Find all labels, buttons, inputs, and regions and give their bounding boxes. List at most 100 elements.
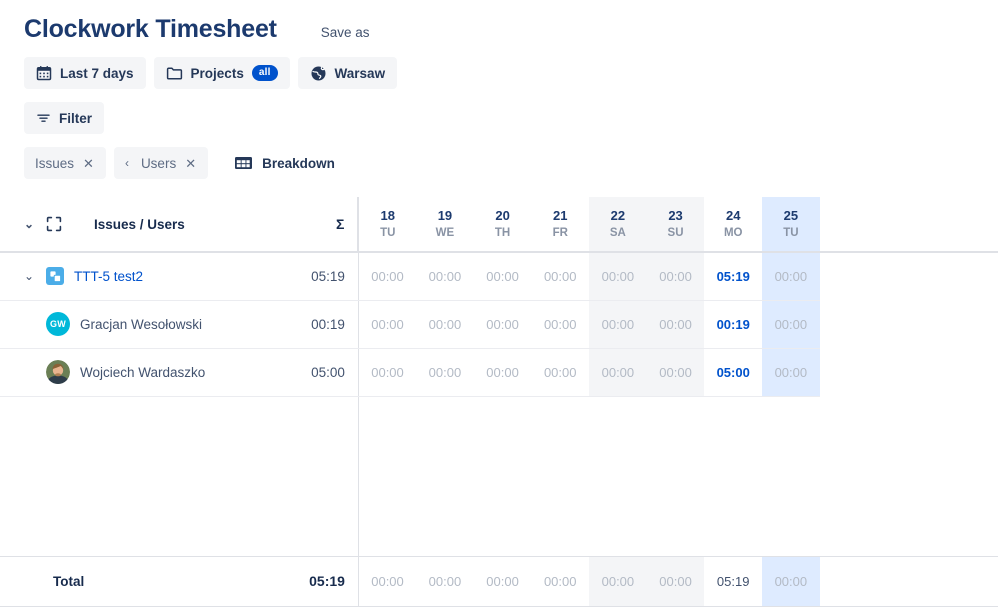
header-label: Issues / Users — [94, 217, 185, 232]
expand-icon[interactable] — [46, 216, 62, 232]
projects-button[interactable]: Projects all — [154, 57, 290, 89]
projects-label: Projects — [191, 66, 244, 81]
chevron-down-icon[interactable]: ⌄ — [24, 270, 36, 282]
header-cell-day-5[interactable]: 23 SU — [647, 197, 705, 252]
filler-sum — [300, 396, 358, 556]
table-row[interactable]: Wojciech Wardaszko 05:00 00:00 00:00 00:… — [0, 348, 998, 396]
cell-day-2[interactable]: 00:00 — [474, 348, 532, 396]
breakdown-label: Breakdown — [262, 156, 335, 171]
user-name: Gracjan Wesołowski — [80, 317, 202, 332]
cell-day-1[interactable]: 00:00 — [416, 252, 474, 300]
day-number: 19 — [416, 208, 474, 224]
cell-day-6[interactable]: 00:19 — [704, 300, 762, 348]
header-cell-day-3[interactable]: 21 FR — [531, 197, 589, 252]
grouping-users-label: Users — [141, 156, 176, 171]
filler-day-4 — [589, 396, 647, 556]
breakdown-button[interactable]: Breakdown — [224, 148, 345, 178]
header-cell-day-6[interactable]: 24 MO — [704, 197, 762, 252]
grouping-chip-users[interactable]: ‹ Users ✕ — [114, 147, 208, 179]
cell-day-5[interactable]: 00:00 — [647, 252, 705, 300]
cell-day-2[interactable]: 00:00 — [474, 252, 532, 300]
grid-icon — [234, 155, 253, 171]
grouping-chip-issues[interactable]: Issues ✕ — [24, 147, 106, 179]
cell-day-6[interactable]: 05:00 — [704, 348, 762, 396]
cell-day-3[interactable]: 00:00 — [531, 300, 589, 348]
subtask-icon — [46, 267, 64, 285]
header-cell-day-4[interactable]: 22 SA — [589, 197, 647, 252]
close-icon[interactable]: ✕ — [184, 157, 197, 170]
timezone-label: Warsaw — [335, 66, 386, 81]
issue-link[interactable]: TTT-5 test2 — [74, 269, 143, 284]
total-sum: 05:19 — [300, 556, 358, 606]
projects-count-badge: all — [252, 65, 278, 81]
cell-day-1[interactable]: 00:00 — [416, 300, 474, 348]
cell-day-5[interactable]: 00:00 — [647, 300, 705, 348]
cell-day-2[interactable]: 00:00 — [474, 300, 532, 348]
row-label-cell: Wojciech Wardaszko — [0, 348, 300, 396]
total-day-0: 00:00 — [358, 556, 416, 606]
header-cell-day-7[interactable]: 25 TU — [762, 197, 820, 252]
table-row[interactable]: ⌄ TTT-5 test2 05:19 00:00 00:00 — [0, 252, 998, 300]
day-of-week: MO — [704, 226, 762, 240]
toolbar-row-filters: Last 7 days Projects all Warsaw — [24, 57, 998, 89]
cell-day-4[interactable]: 00:00 — [589, 348, 647, 396]
cell-day-7[interactable]: 00:00 — [762, 348, 820, 396]
header-cell-name: ⌄ Issues / Users — [0, 197, 300, 252]
cell-day-0[interactable]: 00:00 — [358, 300, 416, 348]
day-of-week: SU — [647, 226, 705, 240]
avatar[interactable]: GW — [46, 312, 70, 336]
avatar[interactable] — [46, 360, 70, 384]
cell-day-0[interactable]: 00:00 — [358, 348, 416, 396]
day-of-week: FR — [531, 226, 589, 240]
filler-day-3 — [531, 396, 589, 556]
table-row[interactable]: GW Gracjan Wesołowski 00:19 00:00 00:00 … — [0, 300, 998, 348]
chevron-left-icon[interactable]: ‹ — [125, 157, 129, 169]
filler-day-7 — [762, 396, 820, 556]
filler-day-5 — [647, 396, 705, 556]
day-number: 20 — [474, 208, 532, 224]
row-total: 00:19 — [300, 300, 358, 348]
cell-day-7[interactable]: 00:00 — [762, 300, 820, 348]
filter-button[interactable]: Filter — [24, 102, 104, 134]
header-cell-spacer — [820, 197, 998, 252]
header-cell-day-0[interactable]: 18 TU — [358, 197, 416, 252]
day-number: 22 — [589, 208, 647, 224]
row-total: 05:19 — [300, 252, 358, 300]
filler-day-6 — [704, 396, 762, 556]
total-day-2: 00:00 — [474, 556, 532, 606]
day-of-week: SA — [589, 226, 647, 240]
folder-icon — [166, 65, 183, 81]
grouping-issues-label: Issues — [35, 156, 74, 171]
total-day-5: 00:00 — [647, 556, 705, 606]
chevron-down-icon[interactable]: ⌄ — [24, 218, 36, 230]
timezone-button[interactable]: Warsaw — [298, 57, 398, 89]
cell-day-5[interactable]: 00:00 — [647, 348, 705, 396]
cell-day-7[interactable]: 00:00 — [762, 252, 820, 300]
header-cell-day-1[interactable]: 19 WE — [416, 197, 474, 252]
date-range-button[interactable]: Last 7 days — [24, 57, 146, 89]
save-as-button[interactable]: Save as — [321, 25, 370, 40]
toolbar: Last 7 days Projects all Warsaw — [0, 57, 998, 179]
page-title: Clockwork Timesheet — [24, 14, 277, 44]
day-number: 24 — [704, 208, 762, 224]
toolbar-row-filter: Filter — [24, 102, 998, 134]
total-day-7: 00:00 — [762, 556, 820, 606]
day-of-week: TU — [762, 226, 820, 240]
filler-name — [0, 396, 300, 556]
user-name: Wojciech Wardaszko — [80, 365, 205, 380]
date-range-label: Last 7 days — [60, 66, 134, 81]
cell-day-0[interactable]: 00:00 — [358, 252, 416, 300]
cell-day-3[interactable]: 00:00 — [531, 252, 589, 300]
cell-day-4[interactable]: 00:00 — [589, 252, 647, 300]
close-icon[interactable]: ✕ — [82, 157, 95, 170]
total-day-3: 00:00 — [531, 556, 589, 606]
filler-spacer — [820, 396, 998, 556]
row-label-cell: ⌄ TTT-5 test2 — [0, 252, 300, 300]
cell-day-1[interactable]: 00:00 — [416, 348, 474, 396]
header-cell-day-2[interactable]: 20 TH — [474, 197, 532, 252]
cell-day-6[interactable]: 05:19 — [704, 252, 762, 300]
day-number: 18 — [359, 208, 416, 224]
cell-day-3[interactable]: 00:00 — [531, 348, 589, 396]
total-spacer — [820, 556, 998, 606]
cell-day-4[interactable]: 00:00 — [589, 300, 647, 348]
